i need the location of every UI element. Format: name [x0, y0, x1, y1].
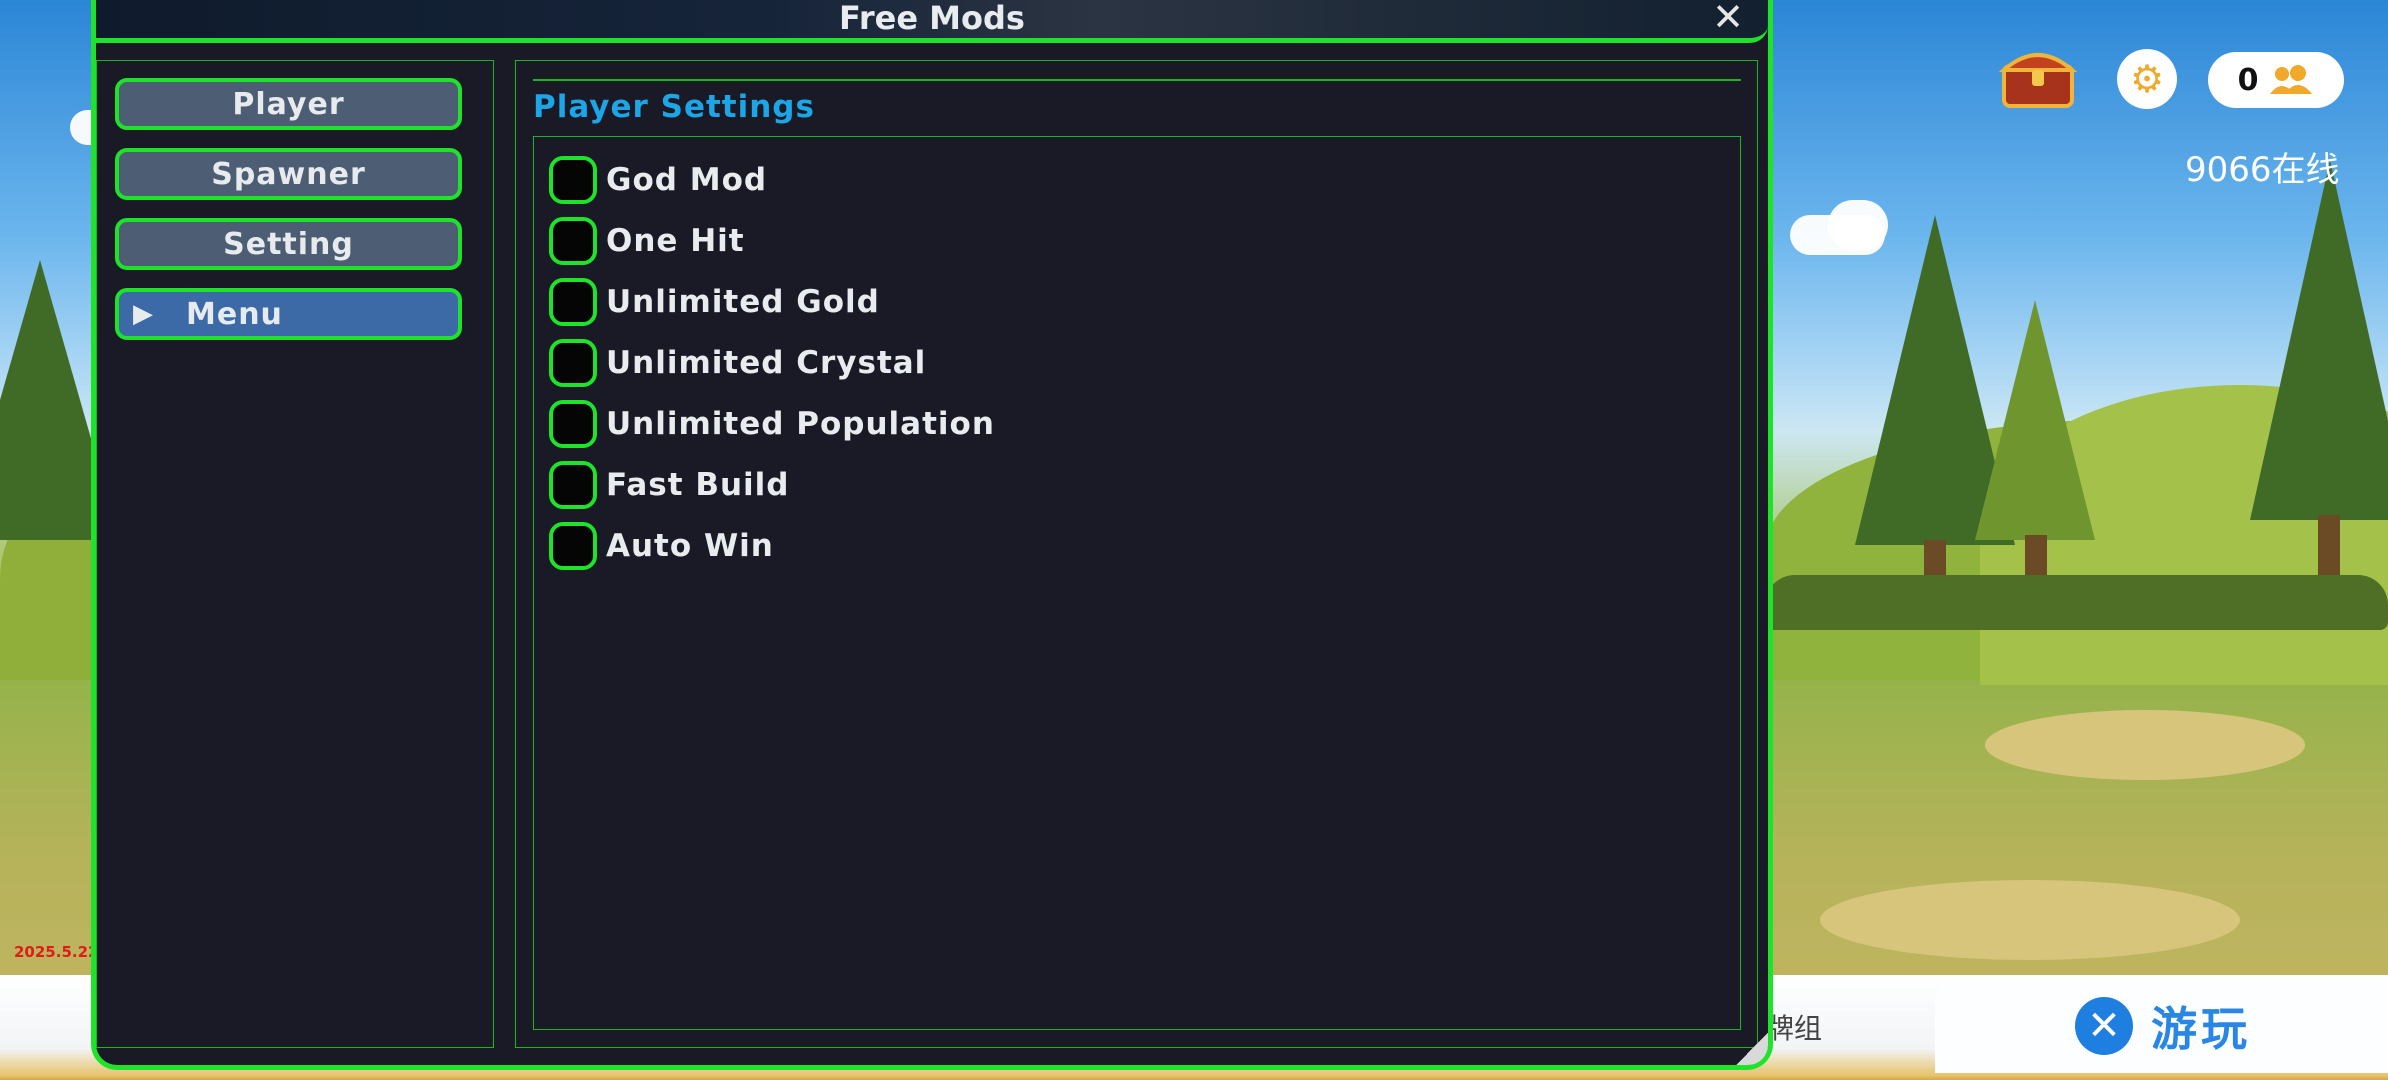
- crossed-swords-icon: ✕: [2075, 996, 2133, 1055]
- option-label: God Mod: [606, 162, 768, 198]
- option-god-mod[interactable]: God Mod: [549, 153, 767, 207]
- option-fast-build[interactable]: Fast Build: [549, 458, 789, 512]
- deck-tab[interactable]: 牌组: [1766, 1007, 1822, 1047]
- sidebar-item-player[interactable]: Player: [115, 78, 462, 130]
- sidebar-item-menu[interactable]: ▶ Menu: [115, 288, 462, 340]
- game-screen: ⚙ 0 9066在线 牌组 ✕ 游玩 2025.5.22 Free Mods ✕…: [0, 0, 2388, 1080]
- title-bar[interactable]: Free Mods ✕: [96, 0, 1768, 43]
- checkbox[interactable]: [549, 400, 597, 448]
- play-label: 游玩: [2151, 1001, 2251, 1056]
- play-button[interactable]: ✕ 游玩: [1935, 978, 2388, 1073]
- options-list: God Mod One Hit Unlimited Gold Unlimited…: [533, 136, 1741, 1030]
- divider: [533, 79, 1741, 81]
- friends-icon: [2270, 65, 2313, 94]
- sidebar-item-label: Player: [232, 86, 345, 122]
- settings-button[interactable]: ⚙: [2117, 49, 2177, 109]
- option-label: Auto Win: [606, 528, 774, 564]
- gear-icon: ⚙: [2129, 57, 2165, 101]
- play-triangle-icon: ▶: [133, 299, 154, 329]
- checkbox[interactable]: [549, 217, 597, 265]
- sidebar-item-label: Spawner: [211, 156, 366, 192]
- mod-menu-window: Free Mods ✕ Player Spawner Setting ▶ Men…: [91, 0, 1773, 1070]
- friends-button[interactable]: 0: [2208, 52, 2344, 108]
- checkbox[interactable]: [549, 461, 597, 509]
- sidebar-item-spawner[interactable]: Spawner: [115, 148, 462, 200]
- option-unlimited-crystal[interactable]: Unlimited Crystal: [549, 336, 926, 390]
- version-text: 2025.5.22: [14, 943, 99, 961]
- sidebar: Player Spawner Setting ▶ Menu: [96, 60, 494, 1048]
- sidebar-item-label: Menu: [186, 296, 283, 332]
- checkbox[interactable]: [549, 339, 597, 387]
- option-unlimited-population[interactable]: Unlimited Population: [549, 397, 995, 451]
- content-panel: Player Settings God Mod One Hit Unlimite…: [515, 60, 1758, 1048]
- sidebar-item-label: Setting: [223, 226, 354, 262]
- online-count: 9066在线: [2185, 150, 2340, 190]
- section-title: Player Settings: [533, 89, 815, 125]
- close-icon[interactable]: ✕: [1710, 0, 1746, 36]
- sidebar-item-setting[interactable]: Setting: [115, 218, 462, 270]
- option-label: Fast Build: [606, 467, 790, 503]
- option-label: One Hit: [606, 223, 745, 259]
- option-unlimited-gold[interactable]: Unlimited Gold: [549, 275, 880, 329]
- option-label: Unlimited Crystal: [606, 345, 927, 381]
- option-label: Unlimited Population: [606, 406, 995, 442]
- window-title: Free Mods: [839, 0, 1025, 37]
- option-label: Unlimited Gold: [606, 284, 880, 320]
- option-auto-win[interactable]: Auto Win: [549, 519, 774, 573]
- friends-count: 0: [2237, 62, 2259, 98]
- treasure-chest-icon[interactable]: [1998, 44, 2078, 110]
- option-one-hit[interactable]: One Hit: [549, 214, 745, 268]
- checkbox[interactable]: [549, 522, 597, 570]
- checkbox[interactable]: [549, 278, 597, 326]
- resize-handle[interactable]: [1736, 1033, 1768, 1065]
- checkbox[interactable]: [549, 156, 597, 204]
